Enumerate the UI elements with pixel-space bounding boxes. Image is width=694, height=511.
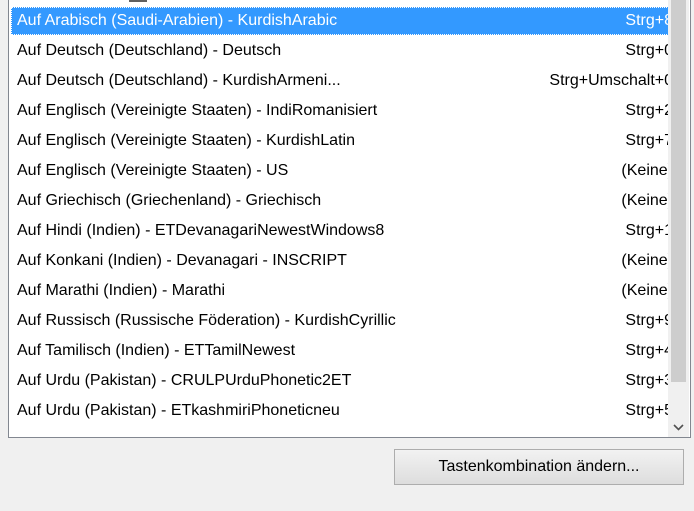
list-item[interactable]: Auf Englisch (Vereinigte Staaten) - US (K… — [11, 157, 673, 185]
shortcut-key: Strg+7 — [625, 132, 673, 149]
keyboard-layout-name: Auf Englisch (Vereinigte Staaten) - Kurd… — [17, 132, 355, 149]
shortcut-key: Strg+8 — [625, 12, 673, 29]
scrollbar-thumb[interactable] — [671, 0, 686, 382]
partial-text-fragment — [129, 0, 147, 2]
keyboard-layout-name: Auf Griechisch (Griechenland) - Griechis… — [17, 192, 322, 209]
keyboard-layout-name: Auf Arabisch (Saudi-Arabien) - KurdishAr… — [17, 12, 338, 29]
keyboard-layout-name: Auf Konkani (Indien) - Devanagari - INSC… — [17, 252, 347, 269]
shortcut-key: Strg+3 — [625, 372, 673, 389]
list-item[interactable]: Auf Urdu (Pakistan) - ETkashmiriPhonetic… — [11, 397, 673, 425]
shortcut-key: Strg+5 — [625, 402, 673, 419]
list-item[interactable]: Auf Tamilisch (Indien) - ETTamilNewest St… — [11, 337, 673, 365]
keyboard-layout-name: Auf Urdu (Pakistan) - CRULPUrduPhonetic2… — [17, 372, 352, 389]
keyboard-layout-name: Auf Englisch (Vereinigte Staaten) - US — [17, 162, 289, 179]
list-item[interactable]: Auf Marathi (Indien) - Marathi (Keine) — [11, 277, 673, 305]
chevron-down-icon — [673, 423, 684, 431]
keyboard-layout-name: Auf Hindi (Indien) - ETDevanagariNewestW… — [17, 222, 385, 239]
scroll-down-button[interactable] — [668, 417, 689, 437]
shortcut-key: Strg+0 — [625, 42, 673, 59]
shortcut-key: Strg+9 — [625, 312, 673, 329]
list-item[interactable]: Auf Griechisch (Griechenland) - Griechis… — [11, 187, 673, 215]
shortcut-key: (Keine) — [621, 192, 673, 209]
list-item[interactable]: Auf Urdu (Pakistan) - CRULPUrduPhonetic2… — [11, 367, 673, 395]
list-item[interactable]: Auf Deutsch (Deutschland) - KurdishArmen… — [11, 67, 673, 95]
shortcut-key: (Keine) — [621, 162, 673, 179]
keyboard-layout-list[interactable]: Auf Arabisch (Saudi-Arabien) - KurdishAr… — [8, 0, 691, 438]
keyboard-layout-name: Auf Deutsch (Deutschland) - Deutsch — [17, 42, 282, 59]
keyboard-layout-name: Auf Marathi (Indien) - Marathi — [17, 282, 226, 299]
shortcut-key: Strg+4 — [625, 342, 673, 359]
shortcut-key: (Keine) — [621, 252, 673, 269]
shortcut-key: Strg+Umschalt+0 — [549, 72, 673, 89]
list-item[interactable]: Auf Deutsch (Deutschland) - Deutsch Strg+… — [11, 37, 673, 65]
change-shortcut-button[interactable]: Tastenkombination ändern... — [394, 449, 684, 485]
shortcut-key: Strg+1 — [625, 222, 673, 239]
list-item[interactable]: Auf Hindi (Indien) - ETDevanagariNewestW… — [11, 217, 673, 245]
shortcut-key: Strg+2 — [625, 102, 673, 119]
shortcut-key: (Keine) — [621, 282, 673, 299]
keyboard-layout-name: Auf Englisch (Vereinigte Staaten) - Indi… — [17, 102, 378, 119]
list-item[interactable]: Auf Englisch (Vereinigte Staaten) - Kurd… — [11, 127, 673, 155]
keyboard-layout-name: Auf Urdu (Pakistan) - ETkashmiriPhonetic… — [17, 402, 340, 419]
keyboard-layout-name: Auf Russisch (Russische Föderation) - Ku… — [17, 312, 396, 329]
keyboard-layout-name: Auf Tamilisch (Indien) - ETTamilNewest — [17, 342, 296, 359]
list-item[interactable]: Auf Russisch (Russische Föderation) - Ku… — [11, 307, 673, 335]
list-item[interactable]: Auf Englisch (Vereinigte Staaten) - Indi… — [11, 97, 673, 125]
list-item[interactable]: Auf Konkani (Indien) - Devanagari - INSC… — [11, 247, 673, 275]
keyboard-layout-name: Auf Deutsch (Deutschland) - KurdishArmen… — [17, 72, 341, 89]
list-item[interactable]: Auf Arabisch (Saudi-Arabien) - KurdishAr… — [11, 7, 673, 35]
vertical-scrollbar[interactable] — [668, 0, 689, 437]
